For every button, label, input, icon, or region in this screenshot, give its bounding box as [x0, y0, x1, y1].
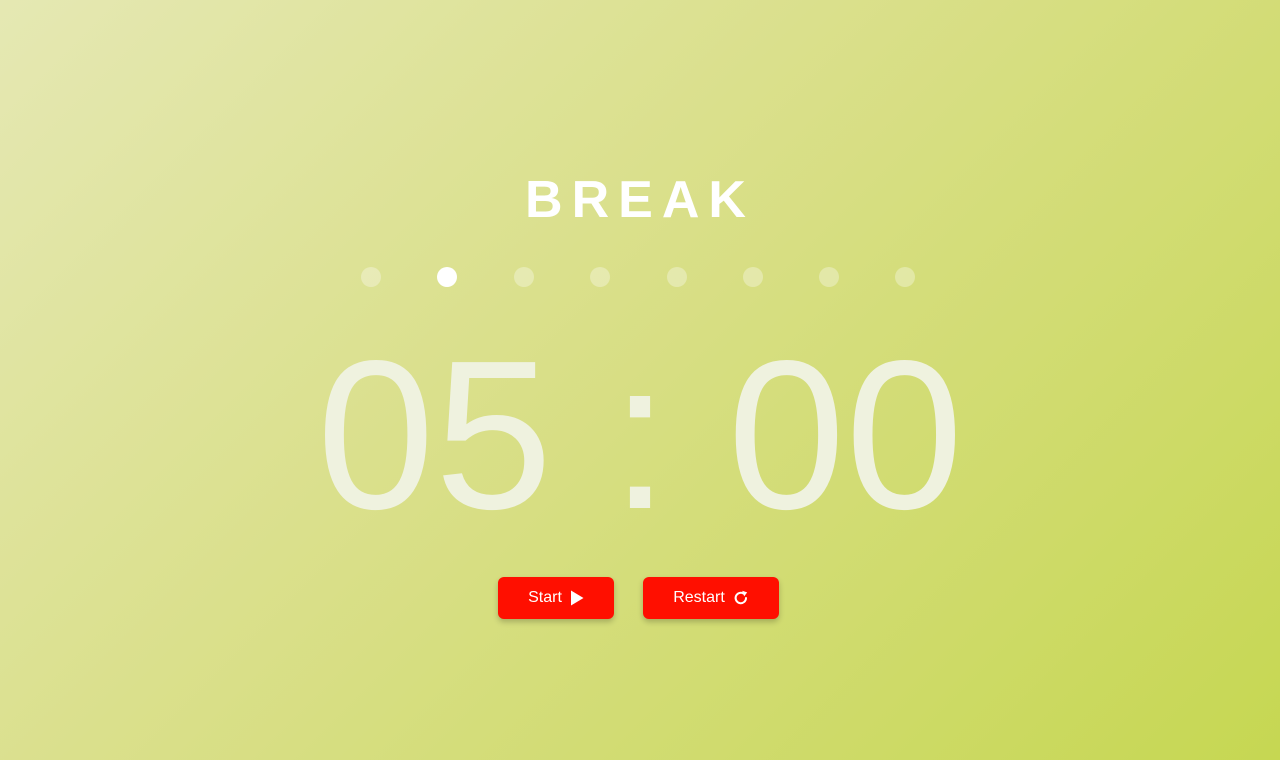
- session-dot: [895, 267, 915, 287]
- session-dot: [590, 267, 610, 287]
- session-dot: [819, 267, 839, 287]
- countdown-display: 05 : 00: [0, 316, 1280, 553]
- session-dot-active: [437, 267, 457, 287]
- session-dot: [743, 267, 763, 287]
- timer-controls: Start Restart: [498, 577, 788, 619]
- timer-minutes: 05: [316, 316, 553, 553]
- pomodoro-screen: BREAK 05 : 00 Start Restart: [0, 0, 1280, 760]
- restart-icon: [733, 590, 749, 606]
- session-progress-dots: [361, 267, 921, 287]
- play-icon: [570, 590, 584, 606]
- session-dot: [514, 267, 534, 287]
- start-button[interactable]: Start: [498, 577, 614, 619]
- timer-separator: :: [610, 316, 670, 553]
- mode-title: BREAK: [525, 171, 755, 229]
- timer-seconds: 00: [727, 316, 964, 553]
- restart-button[interactable]: Restart: [643, 577, 779, 619]
- start-button-label: Start: [528, 589, 562, 606]
- session-dot: [667, 267, 687, 287]
- restart-button-label: Restart: [673, 589, 725, 606]
- session-dot: [361, 267, 381, 287]
